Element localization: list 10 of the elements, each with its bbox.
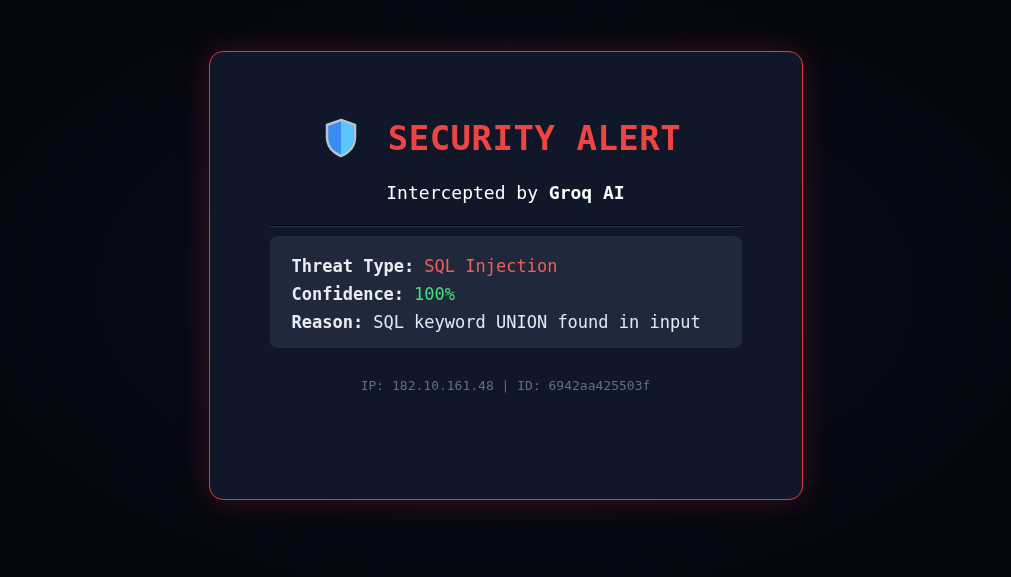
detail-label: Threat Type: bbox=[291, 256, 415, 276]
alert-title: SECURITY ALERT bbox=[387, 118, 682, 158]
detail-label: Reason: bbox=[291, 312, 364, 332]
footer-info: IP: 182.10.161.48 | ID: 6942aa425503f bbox=[360, 378, 651, 393]
detail-value: SQL Injection bbox=[424, 256, 558, 276]
alert-subtitle: Intercepted by Groq AI bbox=[386, 182, 625, 203]
detail-value: 100% bbox=[414, 284, 456, 304]
detail-value: SQL keyword UNION found in input bbox=[373, 312, 701, 332]
shield-icon bbox=[323, 118, 358, 158]
detail-label: Confidence: bbox=[291, 284, 405, 304]
